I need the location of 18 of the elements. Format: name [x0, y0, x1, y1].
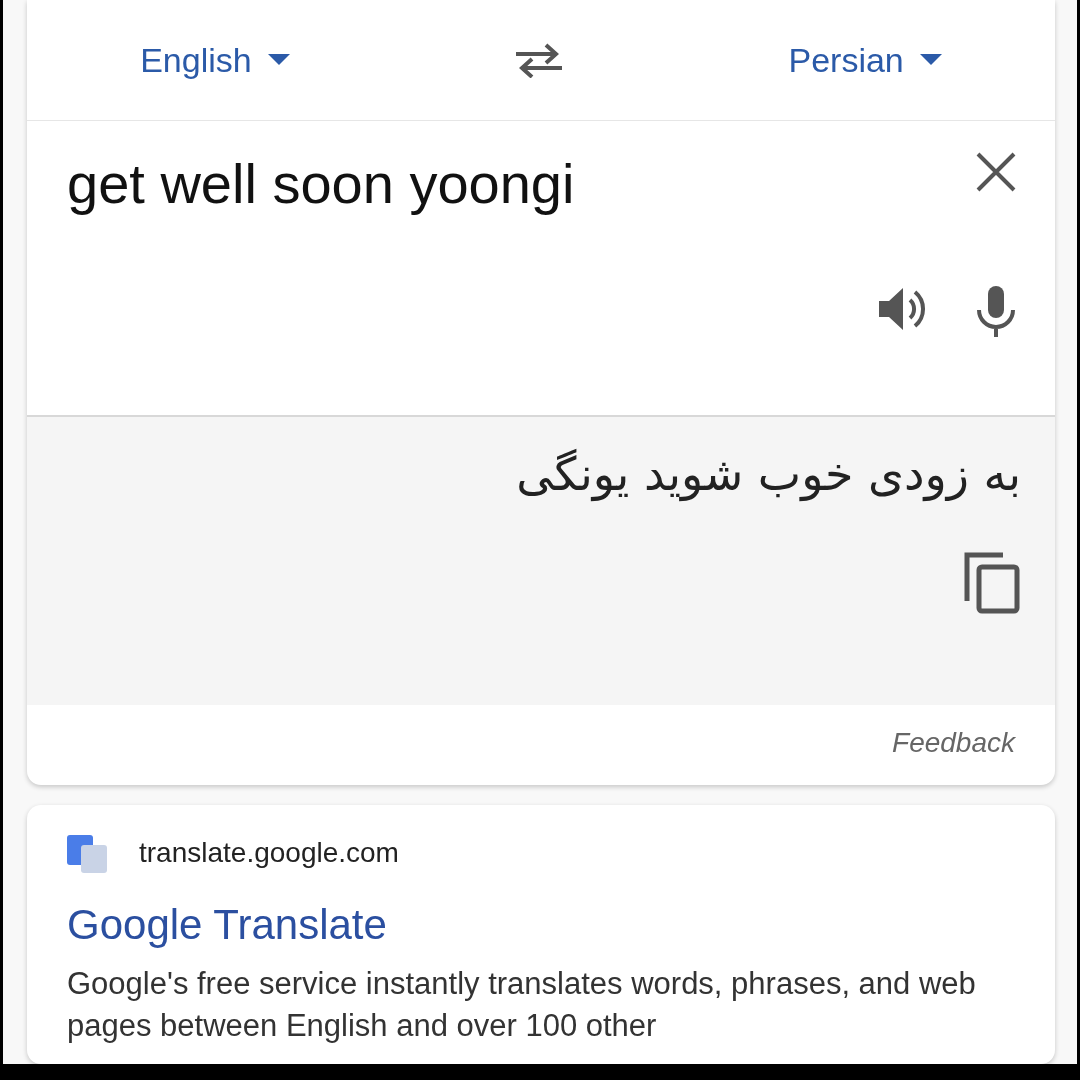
swap-icon	[514, 42, 565, 78]
copy-icon	[963, 551, 1021, 615]
source-text-field[interactable]: get well soon yoongi	[67, 151, 575, 216]
clear-button[interactable]	[975, 151, 1017, 193]
microphone-icon	[975, 286, 1017, 338]
translate-logo-icon	[67, 833, 107, 873]
source-language-button[interactable]: English	[134, 34, 296, 86]
copy-button[interactable]	[963, 551, 1021, 615]
result-title-link[interactable]: Google Translate	[67, 901, 1013, 949]
close-icon	[975, 151, 1017, 193]
caret-icon	[919, 54, 942, 66]
caret-icon	[267, 54, 290, 66]
feedback-link[interactable]: Feedback	[892, 727, 1015, 759]
microphone-button[interactable]	[975, 286, 1017, 338]
target-language-button[interactable]: Persian	[782, 34, 948, 86]
result-snippet: Google's free service instantly translates words, phrases, and web pages between English and over 100 other	[67, 965, 977, 1045]
site-url: translate.google.com	[139, 837, 399, 869]
translation-text: به زودی خوب شوید یونگی	[516, 447, 1021, 501]
